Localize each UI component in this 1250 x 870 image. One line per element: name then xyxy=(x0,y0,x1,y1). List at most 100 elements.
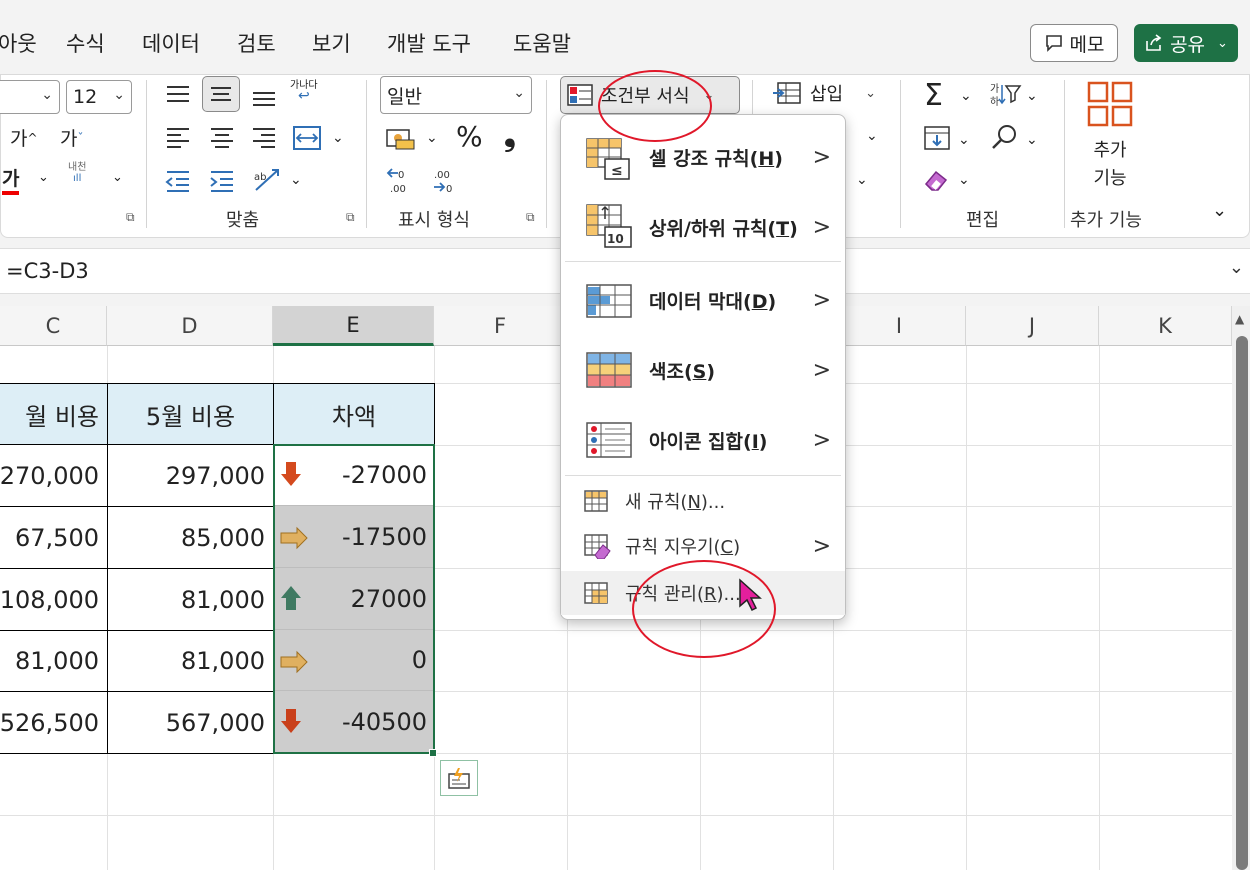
tab-page-layout[interactable]: 아웃 xyxy=(0,28,37,58)
chevron-down-icon[interactable]: ⌄ xyxy=(332,130,344,146)
decrease-font-button[interactable]: 가ˇ xyxy=(60,124,83,151)
merge-center-icon[interactable] xyxy=(292,124,322,152)
quick-analysis-button[interactable] xyxy=(440,760,478,796)
align-left-icon[interactable] xyxy=(164,124,192,152)
menu-item-icon-sets[interactable]: 아이콘 집합(I) > xyxy=(561,405,845,475)
table-cell[interactable]: 81,000 xyxy=(0,630,108,692)
dialog-launcher-icon[interactable]: ⧉ xyxy=(126,210,135,225)
align-top-icon[interactable] xyxy=(164,82,192,108)
menu-item-new-rule[interactable]: 새 규칙(N)... xyxy=(561,479,845,523)
table-cell[interactable]: 108,000 xyxy=(0,568,108,631)
autosum-button[interactable]: Σ xyxy=(924,78,943,113)
tab-data[interactable]: 데이터 xyxy=(142,28,200,58)
font-name-dropdown[interactable]: ⌄ xyxy=(0,80,60,114)
table-header-cell[interactable]: 월 비용 xyxy=(0,383,108,445)
table-header-cell[interactable]: 차액 xyxy=(273,383,435,445)
wrap-text-button[interactable]: 가나다 ↩ xyxy=(290,80,318,103)
table-cell[interactable]: 526,500 xyxy=(0,691,108,754)
table-cell[interactable]: 81,000 xyxy=(107,568,274,631)
menu-item-color-scales[interactable]: 색조(S) > xyxy=(561,335,845,405)
scrollbar-thumb[interactable] xyxy=(1236,336,1248,870)
percent-button[interactable]: % xyxy=(456,120,483,153)
chevron-down-icon[interactable]: ⌄ xyxy=(866,128,878,144)
fill-handle[interactable] xyxy=(429,749,437,757)
column-header-i[interactable]: I xyxy=(833,306,966,346)
tab-formulas[interactable]: 수식 xyxy=(66,28,105,58)
chevron-down-icon[interactable]: ⌄ xyxy=(290,172,302,188)
chevron-down-icon[interactable]: ⌄ xyxy=(856,172,868,188)
increase-font-button[interactable]: 가 ^ xyxy=(10,124,38,151)
table-cell[interactable]: 297,000 xyxy=(107,444,274,507)
column-header-k[interactable]: K xyxy=(1099,306,1232,346)
decrease-decimal-icon[interactable]: .000 xyxy=(430,166,460,196)
table-cell[interactable]: 270,000 xyxy=(0,444,108,507)
insert-button[interactable]: 삽입 ⌄ xyxy=(772,80,876,106)
quick-analysis-icon xyxy=(448,768,470,789)
chevron-down-icon[interactable]: ⌄ xyxy=(426,130,438,146)
menu-item-top-bottom-rules[interactable]: 10 상위/하위 규칙(T) > xyxy=(561,191,845,263)
table-cell[interactable]: -27000 xyxy=(273,444,435,506)
chevron-down-icon[interactable]: ⌄ xyxy=(1026,88,1038,104)
column-header-j[interactable]: J xyxy=(966,306,1099,346)
chevron-down-icon[interactable]: ⌄ xyxy=(958,172,970,188)
clear-eraser-icon[interactable] xyxy=(922,166,952,194)
menu-item-highlight-rules[interactable]: ≤ 셀 강조 규칙(H) > xyxy=(561,121,845,193)
find-icon[interactable] xyxy=(990,122,1020,152)
table-cell[interactable]: 567,000 xyxy=(107,691,274,754)
expand-formula-chevron-icon[interactable]: ⌄ xyxy=(1229,257,1244,278)
font-color-button[interactable]: 가 xyxy=(2,164,20,195)
font-size-dropdown[interactable]: 12 ⌄ xyxy=(66,80,132,114)
menu-item-data-bars[interactable]: 데이터 막대(D) > xyxy=(561,265,845,335)
tab-help[interactable]: 도움말 xyxy=(513,28,571,58)
align-center-icon[interactable] xyxy=(208,124,236,152)
align-middle-button[interactable] xyxy=(202,76,240,112)
ribbon-collapse-chevron-icon[interactable]: ⌄ xyxy=(1212,200,1227,221)
conditional-format-button[interactable]: 조건부 서식 ⌄ xyxy=(560,76,740,114)
addins-button[interactable]: 추가 기능 xyxy=(1086,80,1134,190)
orientation-icon[interactable]: ab xyxy=(252,164,286,194)
submenu-arrow-icon: > xyxy=(812,144,831,170)
table-header-cell[interactable]: 5월 비용 xyxy=(107,383,274,445)
share-button[interactable]: 공유 ⌄ xyxy=(1134,24,1238,62)
table-cell[interactable]: -17500 xyxy=(273,506,435,568)
column-header-e[interactable]: E xyxy=(273,306,434,346)
column-header-c[interactable]: C xyxy=(0,306,107,346)
menu-item-manage-rules[interactable]: 규칙 관리(R)... xyxy=(561,571,845,615)
chevron-down-icon[interactable]: ⌄ xyxy=(960,88,972,104)
tab-review[interactable]: 검토 xyxy=(237,28,276,58)
decrease-indent-icon[interactable] xyxy=(164,168,192,194)
addins-label-line2: 기능 xyxy=(1093,168,1127,189)
align-right-icon[interactable] xyxy=(250,124,278,152)
table-cell[interactable]: 85,000 xyxy=(107,506,274,569)
increase-decimal-icon[interactable]: 0.00 xyxy=(386,166,416,196)
phonetic-button[interactable]: 내천 ıll xyxy=(68,162,86,184)
tab-developer[interactable]: 개발 도구 xyxy=(387,28,471,58)
tab-view[interactable]: 보기 xyxy=(312,28,351,58)
dialog-launcher-icon[interactable]: ⧉ xyxy=(346,210,355,225)
scroll-up-arrow-icon[interactable]: ▲ xyxy=(1235,312,1244,326)
accounting-format-icon[interactable] xyxy=(384,126,418,152)
column-header-f[interactable]: F xyxy=(434,306,567,346)
table-cell[interactable]: 27000 xyxy=(273,568,435,630)
group-label-align: 맞춤 xyxy=(226,210,260,231)
table-cell[interactable]: 81,000 xyxy=(107,630,274,692)
chevron-down-icon[interactable]: ⌄ xyxy=(112,170,123,185)
table-cell[interactable]: -40500 xyxy=(273,691,435,753)
menu-item-clear-rules[interactable]: 규칙 지우기(C) > xyxy=(561,523,845,569)
comma-style-button[interactable]: ❟ xyxy=(504,118,516,153)
memo-button[interactable]: 메모 xyxy=(1030,24,1118,62)
column-header-d[interactable]: D xyxy=(107,306,273,346)
chevron-down-icon[interactable]: ⌄ xyxy=(1026,132,1038,148)
table-cell[interactable]: 0 xyxy=(273,630,435,691)
formula-text: =C3-D3 xyxy=(6,259,89,283)
dialog-launcher-icon[interactable]: ⧉ xyxy=(526,210,535,225)
sort-filter-icon[interactable]: 가하 xyxy=(988,80,1022,108)
increase-indent-icon[interactable] xyxy=(208,168,236,194)
chevron-down-icon[interactable]: ⌄ xyxy=(38,170,49,185)
addins-label-line1: 추가 xyxy=(1093,140,1127,161)
number-format-dropdown[interactable]: 일반 ⌄ xyxy=(380,76,532,114)
chevron-down-icon[interactable]: ⌄ xyxy=(958,132,970,148)
align-bottom-icon[interactable] xyxy=(250,84,278,110)
fill-icon[interactable] xyxy=(922,124,952,152)
table-cell[interactable]: 67,500 xyxy=(0,506,108,569)
